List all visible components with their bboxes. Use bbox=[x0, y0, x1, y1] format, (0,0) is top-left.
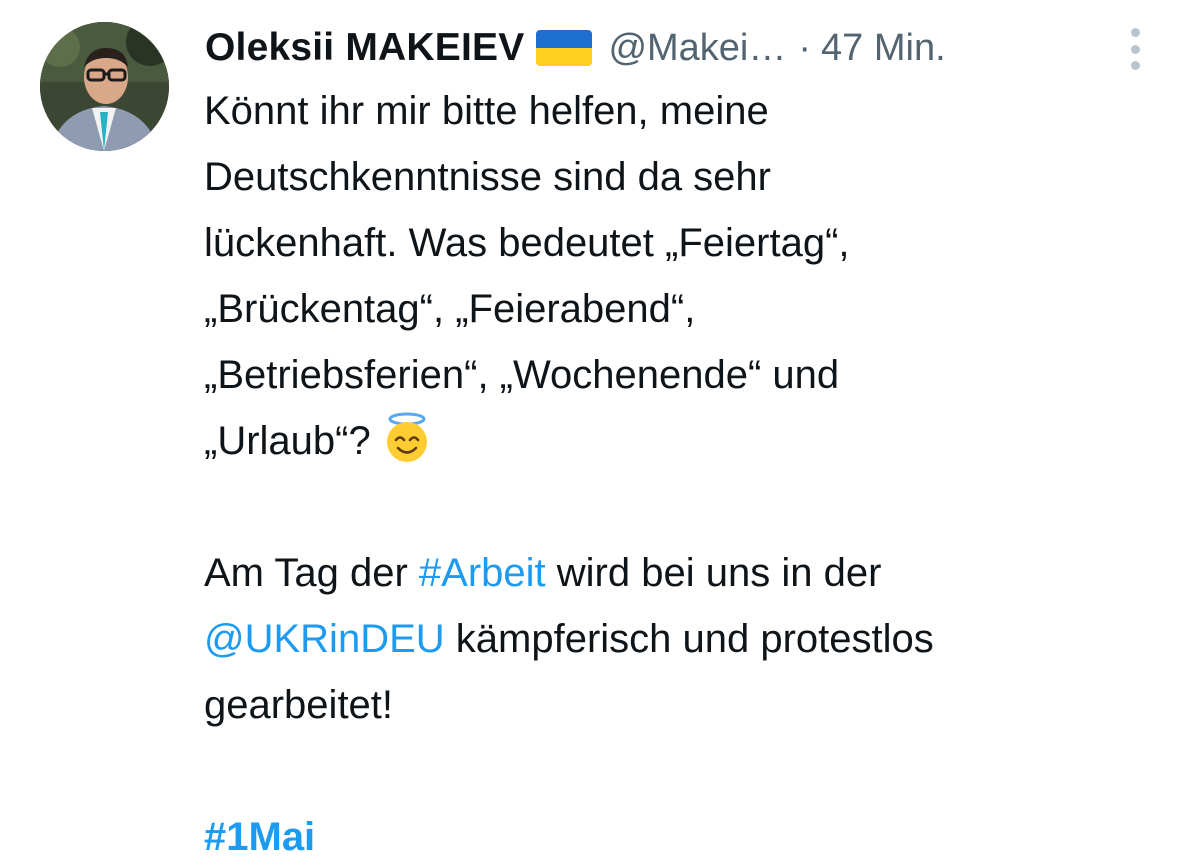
tweet-text-line: „Betriebsferien“, „Wochenende“ und bbox=[204, 353, 840, 397]
hashtag-1mai-link[interactable]: #1Mai bbox=[204, 815, 315, 859]
mention-ukrindeu-link[interactable]: @UKRinDEU bbox=[204, 617, 445, 661]
tweet-text-line: „Brückentag“, „Feierabend“, bbox=[204, 287, 696, 331]
text-fragment: kämpferisch und protestlos bbox=[444, 617, 934, 661]
tweet-text-line: #1Mai bbox=[204, 804, 1164, 862]
tweet[interactable]: Oleksii MAKEIEV @Makei… · 47 Min. Könnt … bbox=[0, 0, 1200, 862]
tweet-text-line: Deutschkenntnisse sind da sehr bbox=[204, 155, 771, 199]
tweet-header: Oleksii MAKEIEV @Makei… · 47 Min. bbox=[205, 20, 946, 76]
tweet-text-line: Könnt ihr mir bitte helfen, meine bbox=[204, 89, 769, 133]
tweet-text-line: „Urlaub“? bbox=[204, 419, 371, 463]
timestamp[interactable]: 47 Min. bbox=[821, 27, 946, 70]
tweet-text-line: gearbeitet! bbox=[204, 683, 394, 727]
text-fragment: wird bei uns in der bbox=[545, 551, 882, 595]
author-handle[interactable]: @Makei… bbox=[608, 27, 786, 70]
separator-dot: · bbox=[798, 26, 812, 69]
author-name[interactable]: Oleksii MAKEIEV bbox=[205, 26, 524, 70]
tweet-text-line: @UKRinDEU kämpferisch und protestlos bbox=[204, 606, 1164, 672]
tweet-text-line-with-emoji: „Urlaub“? bbox=[204, 408, 1164, 474]
avatar[interactable] bbox=[40, 22, 169, 151]
smiling-face-with-halo-icon bbox=[381, 412, 433, 464]
hashtag-arbeit-link[interactable]: #Arbeit bbox=[419, 551, 546, 595]
tweet-text: Könnt ihr mir bitte helfen, meine Deutsc… bbox=[204, 78, 1164, 862]
ukraine-flag-icon bbox=[536, 30, 593, 66]
tweet-text-line: Am Tag der #Arbeit wird bei uns in der bbox=[204, 540, 1164, 606]
more-options-icon[interactable] bbox=[1126, 28, 1144, 70]
text-fragment: Am Tag der bbox=[204, 551, 419, 595]
tweet-text-line: lückenhaft. Was bedeutet „Feiertag“, bbox=[204, 221, 850, 265]
